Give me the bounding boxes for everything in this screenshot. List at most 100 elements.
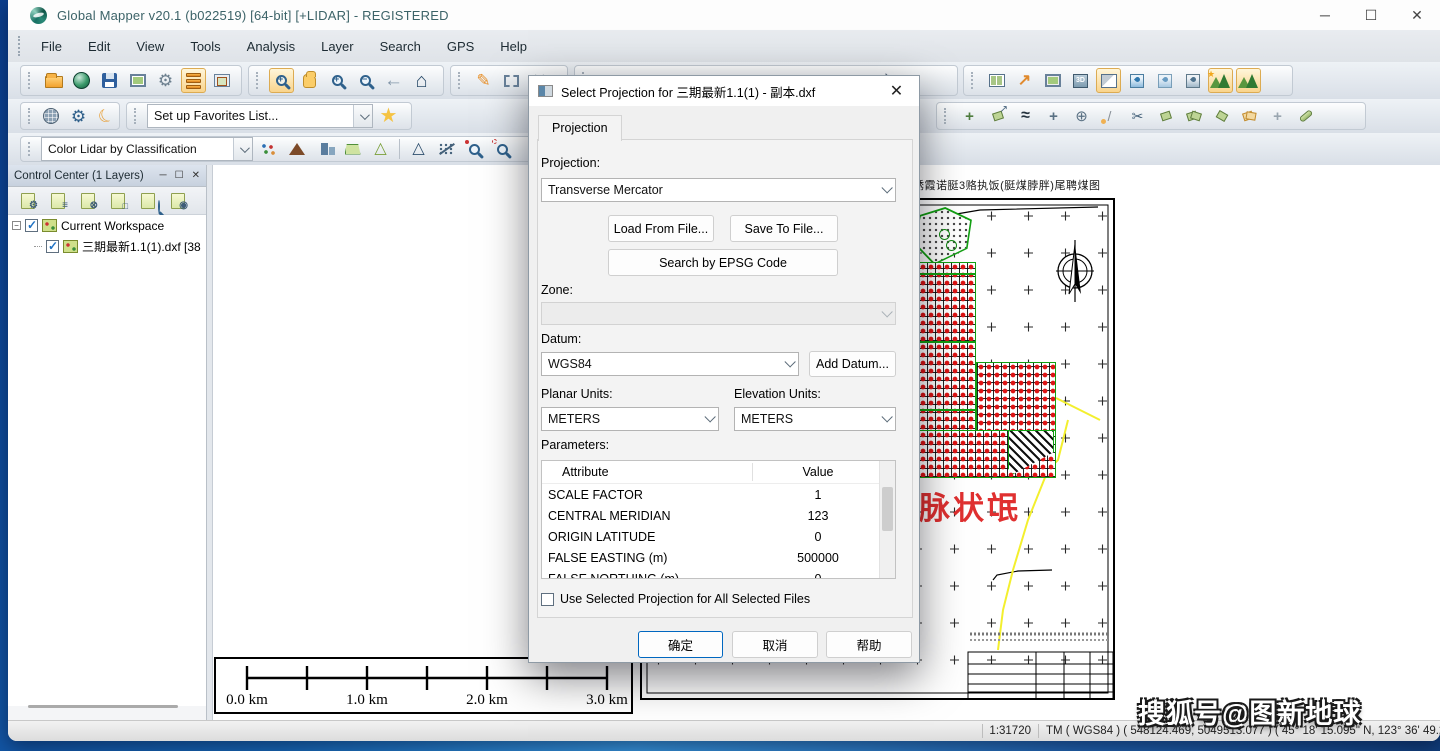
- cut-feature-icon[interactable]: ✂: [1125, 104, 1150, 129]
- cc-open-icon[interactable]: ⚙: [16, 190, 40, 212]
- load-from-file-button[interactable]: Load From File...: [608, 215, 714, 242]
- cc-select-icon[interactable]: □: [106, 190, 130, 212]
- full-view-home-icon[interactable]: ⌂: [409, 68, 434, 93]
- projection-combo[interactable]: Transverse Mercator: [541, 178, 896, 202]
- menu-view[interactable]: View: [123, 39, 177, 54]
- cancel-button[interactable]: 取消: [732, 631, 818, 658]
- close-button[interactable]: ✕: [1394, 0, 1440, 30]
- maximize-button[interactable]: ☐: [1348, 0, 1394, 30]
- split-line-icon[interactable]: /: [1097, 104, 1122, 129]
- viewshed-icon[interactable]: ★: [1208, 68, 1233, 93]
- copy-offset-icon[interactable]: [1153, 104, 1178, 129]
- day-night-icon[interactable]: ☾: [94, 104, 119, 129]
- table-scrollbar[interactable]: [879, 461, 895, 578]
- open-file-icon[interactable]: [41, 68, 66, 93]
- layout-panel-icon[interactable]: [984, 68, 1009, 93]
- overview-map-icon[interactable]: [209, 68, 234, 93]
- tree-expander-icon[interactable]: −: [12, 221, 21, 230]
- menu-tools[interactable]: Tools: [177, 39, 233, 54]
- tree-row-layer[interactable]: 三期最新1.1(1).dxf [38: [8, 236, 206, 257]
- zoom-in-icon[interactable]: +: [325, 68, 350, 93]
- move-feature-icon[interactable]: +: [957, 104, 982, 129]
- edit-vertices-icon[interactable]: ≈: [1013, 104, 1038, 129]
- rotate-copies-icon[interactable]: [1181, 104, 1206, 129]
- web-settings-gear-icon[interactable]: ⚙: [66, 104, 91, 129]
- save-icon[interactable]: [97, 68, 122, 93]
- cc-zoom-icon[interactable]: [136, 190, 160, 212]
- panel-minimize-icon[interactable]: ─: [160, 170, 167, 181]
- workspace-checkbox[interactable]: [25, 219, 38, 232]
- view-3d-icon[interactable]: [1068, 68, 1093, 93]
- lidar-zoom-classified-icon[interactable]: [490, 137, 515, 162]
- scale-feature-icon[interactable]: ↗: [985, 104, 1010, 129]
- zoom-out-icon[interactable]: −: [353, 68, 378, 93]
- split-2d-3d-icon[interactable]: [1096, 68, 1121, 93]
- dialog-close-icon[interactable]: ✕: [874, 76, 919, 106]
- path-profile-icon[interactable]: ↗: [1012, 68, 1037, 93]
- online-globe-icon[interactable]: [38, 104, 63, 129]
- favorites-combo-arrow[interactable]: [353, 105, 372, 127]
- rotate-feature-icon[interactable]: ⊕: [1069, 104, 1094, 129]
- select-rectangle-icon[interactable]: [499, 68, 524, 93]
- menu-search[interactable]: Search: [367, 39, 434, 54]
- terrain-shader-icon[interactable]: [1236, 68, 1261, 93]
- lidar-points-icon[interactable]: [256, 137, 281, 162]
- lidar-combo-arrow[interactable]: [233, 138, 252, 160]
- menu-analysis[interactable]: Analysis: [234, 39, 308, 54]
- favorites-star-icon[interactable]: ★: [376, 104, 401, 129]
- lidar-filter-icon[interactable]: [434, 137, 459, 162]
- panel-horizontal-scrollbar[interactable]: [28, 705, 178, 708]
- water-rise-icon[interactable]: [1124, 68, 1149, 93]
- menu-help[interactable]: Help: [487, 39, 540, 54]
- menu-edit[interactable]: Edit: [75, 39, 123, 54]
- move-vertex-icon[interactable]: +: [1041, 104, 1066, 129]
- lidar-buildings-icon[interactable]: [312, 137, 337, 162]
- lidar-extract-icon[interactable]: [340, 137, 365, 162]
- watershed-icon[interactable]: [1180, 68, 1205, 93]
- water-lower-icon[interactable]: [1152, 68, 1177, 93]
- lidar-triangle-icon[interactable]: △: [406, 137, 431, 162]
- profile-window-icon[interactable]: [1040, 68, 1065, 93]
- planar-units-combo[interactable]: METERS: [541, 407, 719, 431]
- dialog-title-bar[interactable]: Select Projection for 三期最新1.1(1) - 副本.dx…: [529, 76, 919, 106]
- panel-float-icon[interactable]: ☐: [175, 170, 184, 181]
- cc-options-icon[interactable]: ≡: [46, 190, 70, 212]
- duplicate-feature-icon[interactable]: [1237, 104, 1262, 129]
- elevation-units-combo[interactable]: METERS: [734, 407, 896, 431]
- cc-visibility-icon[interactable]: ◉: [166, 190, 190, 212]
- favorites-combo[interactable]: Set up Favorites List...: [147, 104, 373, 128]
- use-projection-checkbox-row[interactable]: Use Selected Projection for All Selected…: [541, 592, 810, 606]
- lidar-ground-icon[interactable]: [284, 137, 309, 162]
- zoom-previous-icon[interactable]: ←: [381, 68, 406, 93]
- open-online-icon[interactable]: [69, 68, 94, 93]
- menu-file[interactable]: File: [28, 39, 75, 54]
- pan-hand-icon[interactable]: [297, 68, 322, 93]
- configure-wrench-icon[interactable]: ⚙: [153, 68, 178, 93]
- eraser-icon[interactable]: [1293, 104, 1318, 129]
- layer-label[interactable]: 三期最新1.1(1).dxf [38: [82, 238, 201, 255]
- workspace-label[interactable]: Current Workspace: [61, 219, 164, 233]
- map-window-icon[interactable]: [125, 68, 150, 93]
- lidar-tin-icon[interactable]: △: [368, 137, 393, 162]
- lidar-color-combo[interactable]: Color Lidar by Classification: [41, 137, 253, 161]
- cc-remove-icon[interactable]: ⊗: [76, 190, 100, 212]
- tree-row-workspace[interactable]: − Current Workspace: [8, 215, 206, 236]
- ok-button[interactable]: 确定: [638, 631, 723, 658]
- search-epsg-button[interactable]: Search by EPSG Code: [608, 249, 838, 276]
- snap-grid-icon[interactable]: +: [1265, 104, 1290, 129]
- minimize-button[interactable]: ─: [1302, 0, 1348, 30]
- menu-gps[interactable]: GPS: [434, 39, 487, 54]
- use-projection-checkbox[interactable]: [541, 593, 554, 606]
- shift-copies-icon[interactable]: [1209, 104, 1234, 129]
- control-center-icon[interactable]: [181, 68, 206, 93]
- lidar-zoom-points-icon[interactable]: [462, 137, 487, 162]
- menu-layer[interactable]: Layer: [308, 39, 367, 54]
- tab-projection[interactable]: Projection: [538, 115, 622, 141]
- datum-combo[interactable]: WGS84: [541, 352, 799, 376]
- help-button[interactable]: 帮助: [826, 631, 912, 658]
- layer-checkbox[interactable]: [46, 240, 59, 253]
- zoom-box-icon[interactable]: +: [269, 68, 294, 93]
- save-to-file-button[interactable]: Save To File...: [730, 215, 838, 242]
- parameters-table[interactable]: Attribute Value SCALE FACTOR 1 CENTRAL M…: [541, 460, 896, 579]
- add-datum-button[interactable]: Add Datum...: [809, 351, 896, 377]
